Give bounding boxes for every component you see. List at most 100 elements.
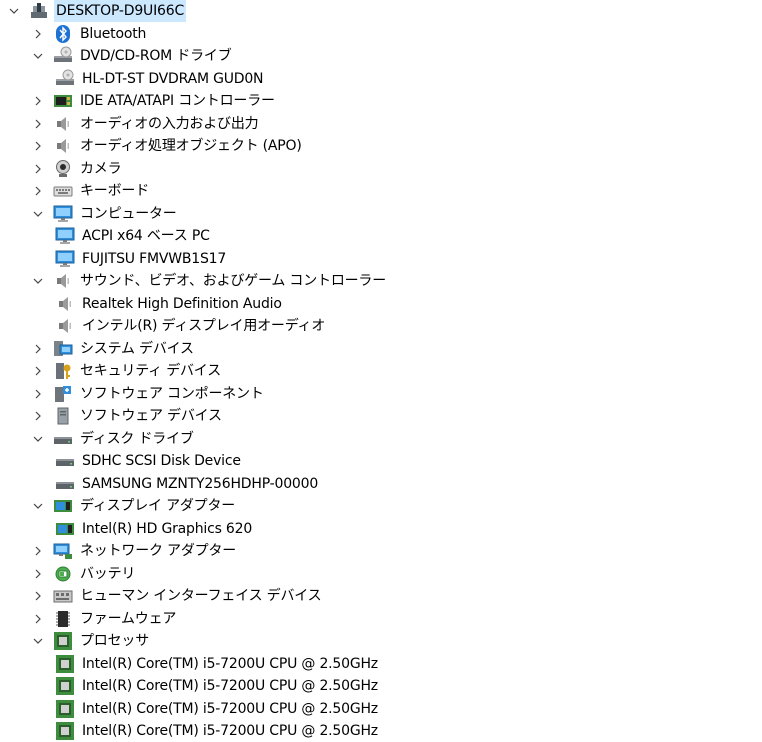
tree-category[interactable]: ソフトウェア コンポーネント bbox=[30, 383, 266, 405]
tree-device[interactable]: ACPI x64 ベース PC bbox=[54, 225, 212, 247]
tree-category[interactable]: コンピューター bbox=[30, 203, 179, 225]
tree-item-label: Realtek High Definition Audio bbox=[82, 295, 282, 312]
tree-category[interactable]: カメラ bbox=[30, 158, 123, 180]
chevron-down-icon[interactable] bbox=[30, 495, 46, 517]
chevron-right-icon[interactable] bbox=[30, 23, 46, 45]
tree-item-label: SAMSUNG MZNTY256HDHP-00000 bbox=[82, 475, 319, 492]
tree-category[interactable]: ネットワーク アダプター bbox=[30, 540, 238, 562]
tree-item-label: SDHC SCSI Disk Device bbox=[82, 453, 241, 469]
speaker-icon bbox=[54, 315, 76, 337]
tree-item-label: IDE ATA/ATAPI コントローラー bbox=[80, 93, 275, 109]
tree-item-label: DVD/CD-ROM ドライブ bbox=[80, 48, 232, 64]
camera-icon bbox=[52, 158, 74, 180]
chevron-down-icon[interactable] bbox=[30, 45, 46, 67]
chevron-right-icon[interactable] bbox=[30, 113, 46, 135]
chevron-right-icon[interactable] bbox=[30, 135, 46, 157]
tree-category[interactable]: Bluetooth bbox=[30, 23, 148, 45]
processor-icon bbox=[54, 653, 76, 675]
tree-device[interactable]: Intel(R) Core(TM) i5-7200U CPU @ 2.50GHz bbox=[54, 653, 380, 675]
disk-drive-icon bbox=[54, 473, 76, 495]
network-adapter-icon bbox=[52, 540, 74, 562]
firmware-icon bbox=[52, 608, 74, 630]
tree-category[interactable]: バッテリ bbox=[30, 563, 137, 585]
chevron-right-icon[interactable] bbox=[30, 338, 46, 360]
tree-category[interactable]: サウンド、ビデオ、およびゲーム コントローラー bbox=[30, 270, 388, 292]
tree-item-label: ネットワーク アダプター bbox=[80, 543, 237, 559]
chevron-right-icon[interactable] bbox=[30, 360, 46, 382]
tree-device[interactable]: SDHC SCSI Disk Device bbox=[54, 450, 243, 472]
tree-item-label: バッテリ bbox=[80, 565, 136, 582]
chevron-down-icon[interactable] bbox=[30, 428, 46, 450]
processor-icon bbox=[54, 720, 76, 742]
security-key-icon bbox=[52, 360, 74, 382]
chevron-right-icon[interactable] bbox=[30, 90, 46, 112]
device-tree: DESKTOP-D9UI66C Bluetooth DVD/CD-ROM ドライブ H… bbox=[0, 0, 762, 742]
tree-device[interactable]: SAMSUNG MZNTY256HDHP-00000 bbox=[54, 473, 320, 495]
tree-device[interactable]: Intel(R) Core(TM) i5-7200U CPU @ 2.50GHz bbox=[54, 698, 380, 720]
tree-device[interactable]: Intel(R) HD Graphics 620 bbox=[54, 518, 254, 540]
monitor-icon bbox=[52, 203, 74, 225]
tree-category[interactable]: DVD/CD-ROM ドライブ bbox=[30, 45, 234, 67]
tree-category[interactable]: プロセッサ bbox=[30, 630, 151, 652]
tree-category[interactable]: ヒューマン インターフェイス デバイス bbox=[30, 585, 323, 607]
chevron-down-icon[interactable] bbox=[6, 0, 22, 22]
tree-category[interactable]: ソフトウェア デバイス bbox=[30, 405, 224, 427]
tree-item-label: Intel(R) Core(TM) i5-7200U CPU @ 2.50GHz bbox=[82, 723, 378, 739]
tree-category[interactable]: IDE ATA/ATAPI コントローラー bbox=[30, 90, 277, 112]
chevron-right-icon[interactable] bbox=[30, 608, 46, 630]
tree-item-label: ヒューマン インターフェイス デバイス bbox=[80, 588, 322, 604]
tree-item-label: ファームウェア bbox=[80, 610, 177, 627]
computer-root-icon bbox=[28, 0, 50, 22]
tree-item-label: ディスク ドライブ bbox=[80, 430, 194, 447]
tree-item-label: プロセッサ bbox=[80, 633, 149, 649]
tree-item-label: キーボード bbox=[80, 183, 149, 199]
monitor-icon bbox=[54, 248, 76, 270]
processor-icon bbox=[52, 630, 74, 652]
optical-drive-icon bbox=[52, 45, 74, 67]
tree-category[interactable]: キーボード bbox=[30, 180, 151, 202]
tree-item-label: カメラ bbox=[80, 160, 122, 177]
chevron-right-icon[interactable] bbox=[30, 180, 46, 202]
tree-item-label: DESKTOP-D9UI66C bbox=[54, 0, 187, 22]
chevron-down-icon[interactable] bbox=[30, 203, 46, 225]
speaker-icon bbox=[52, 113, 74, 135]
tree-device[interactable]: HL-DT-ST DVDRAM GUD0N bbox=[54, 68, 265, 90]
chevron-right-icon[interactable] bbox=[30, 563, 46, 585]
tree-item-label: Intel(R) Core(TM) i5-7200U CPU @ 2.50GHz bbox=[82, 700, 378, 717]
tree-device[interactable]: Intel(R) Core(TM) i5-7200U CPU @ 2.50GHz bbox=[54, 675, 380, 697]
tree-item-label: ソフトウェア コンポーネント bbox=[80, 385, 264, 402]
chevron-right-icon[interactable] bbox=[30, 540, 46, 562]
tree-item-label: HL-DT-ST DVDRAM GUD0N bbox=[82, 70, 264, 87]
tree-item-label: システム デバイス bbox=[80, 340, 194, 357]
chevron-right-icon[interactable] bbox=[30, 383, 46, 405]
software-device-icon bbox=[52, 405, 74, 427]
tree-root[interactable]: DESKTOP-D9UI66C bbox=[6, 0, 187, 22]
tree-device[interactable]: FUJITSU FMVWB1S17 bbox=[54, 248, 228, 270]
battery-icon bbox=[52, 563, 74, 585]
tree-category[interactable]: セキュリティ デバイス bbox=[30, 360, 223, 382]
tree-item-label: ディスプレイ アダプター bbox=[80, 498, 236, 514]
tree-item-label: Intel(R) Core(TM) i5-7200U CPU @ 2.50GHz bbox=[82, 678, 378, 694]
speaker-icon bbox=[52, 270, 74, 292]
hid-icon bbox=[52, 585, 74, 607]
tree-category[interactable]: システム デバイス bbox=[30, 338, 196, 360]
system-device-icon bbox=[52, 338, 74, 360]
tree-category[interactable]: オーディオ処理オブジェクト (APO) bbox=[30, 135, 304, 157]
tree-device[interactable]: Intel(R) Core(TM) i5-7200U CPU @ 2.50GHz bbox=[54, 720, 380, 742]
tree-item-label: Intel(R) HD Graphics 620 bbox=[82, 520, 253, 537]
tree-device[interactable]: Realtek High Definition Audio bbox=[54, 293, 284, 315]
chevron-right-icon[interactable] bbox=[30, 158, 46, 180]
processor-icon bbox=[54, 675, 76, 697]
tree-category[interactable]: オーディオの入力および出力 bbox=[30, 113, 260, 135]
chevron-right-icon[interactable] bbox=[30, 405, 46, 427]
chevron-down-icon[interactable] bbox=[30, 270, 46, 292]
display-adapter-icon bbox=[54, 518, 76, 540]
optical-drive-icon bbox=[54, 68, 76, 90]
tree-category[interactable]: ディスク ドライブ bbox=[30, 428, 196, 450]
chevron-right-icon[interactable] bbox=[30, 585, 46, 607]
monitor-icon bbox=[54, 225, 76, 247]
tree-category[interactable]: ファームウェア bbox=[30, 608, 178, 630]
tree-category[interactable]: ディスプレイ アダプター bbox=[30, 495, 237, 517]
chevron-down-icon[interactable] bbox=[30, 630, 46, 652]
tree-device[interactable]: インテル(R) ディスプレイ用オーディオ bbox=[54, 315, 327, 337]
